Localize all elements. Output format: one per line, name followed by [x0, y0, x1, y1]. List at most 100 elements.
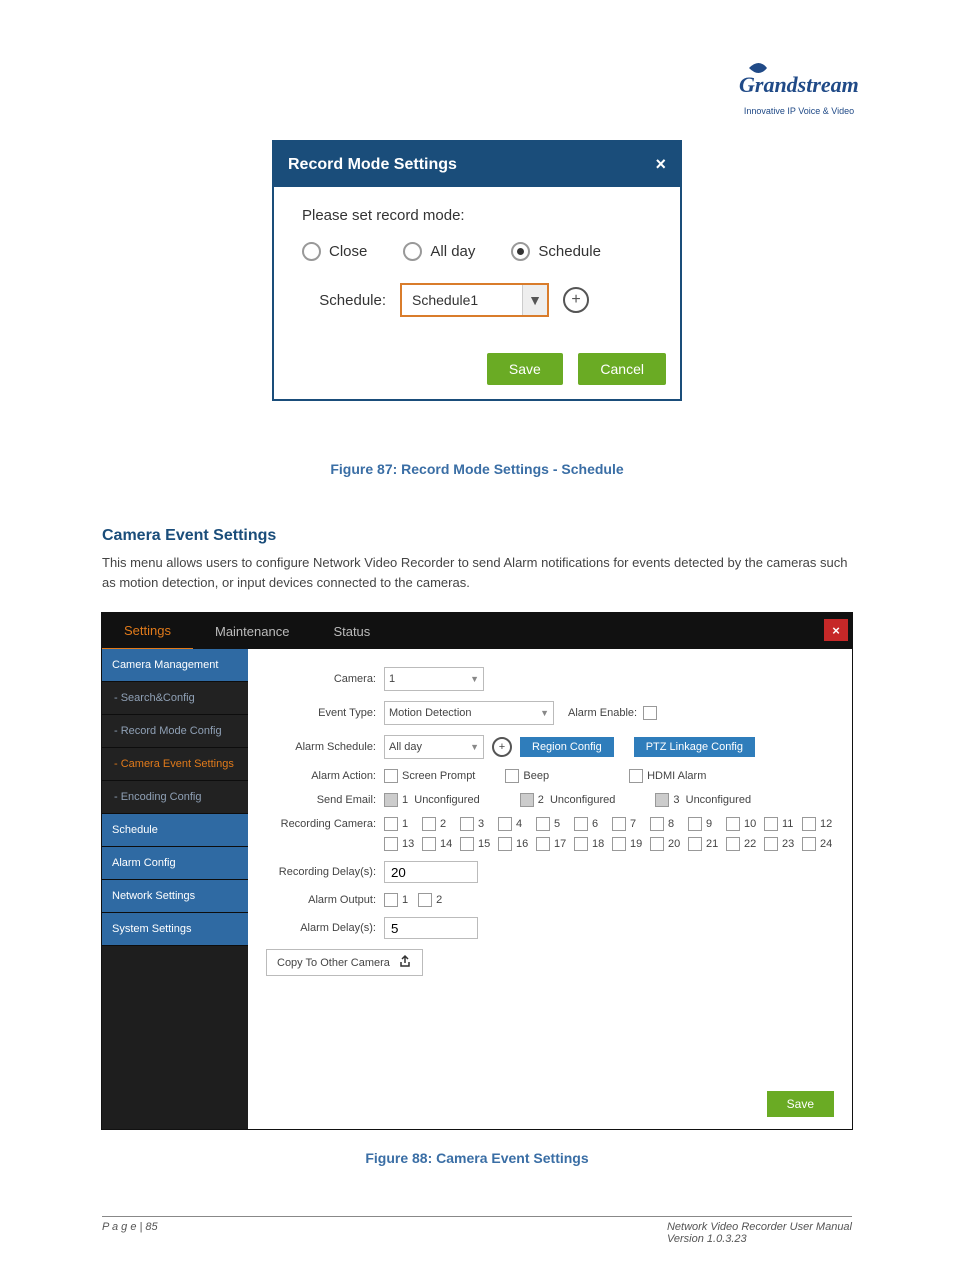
tab-settings[interactable]: Settings	[102, 613, 193, 650]
camera-16-checkbox[interactable]: 16	[498, 837, 530, 851]
camera-15-checkbox[interactable]: 15	[460, 837, 492, 851]
copy-label: Copy To Other Camera	[277, 957, 390, 969]
camera-23-checkbox[interactable]: 23	[764, 837, 796, 851]
close-icon[interactable]: ×	[824, 619, 848, 641]
camera-12-checkbox[interactable]: 12	[802, 817, 834, 831]
event-type-label: Event Type:	[266, 707, 384, 719]
alarm-output1-label: 1	[402, 894, 408, 906]
sidebar-item-encoding[interactable]: - Encoding Config	[102, 781, 248, 814]
alarm-output1-checkbox[interactable]	[384, 893, 398, 907]
close-icon[interactable]: ×	[655, 154, 666, 175]
camera-7-checkbox[interactable]: 7	[612, 817, 644, 831]
email2-status: Unconfigured	[550, 794, 615, 806]
email1-checkbox[interactable]	[384, 793, 398, 807]
camera-22-checkbox[interactable]: 22	[726, 837, 758, 851]
camera-value: 1	[389, 673, 395, 685]
chevron-down-icon: ▼	[540, 708, 549, 718]
schedule-select[interactable]: Schedule1 ▼	[400, 283, 549, 317]
settings-panel: Settings Maintenance Status × Camera Man…	[101, 612, 853, 1130]
alarm-schedule-value: All day	[389, 741, 422, 753]
alarm-schedule-label: Alarm Schedule:	[266, 741, 384, 753]
beep-checkbox[interactable]	[505, 769, 519, 783]
figure-caption-1: Figure 87: Record Mode Settings - Schedu…	[0, 461, 954, 477]
cancel-button[interactable]: Cancel	[578, 353, 666, 385]
section-paragraph: This menu allows users to configure Netw…	[102, 553, 852, 592]
alarm-delay-label: Alarm Delay(s):	[266, 922, 384, 934]
tab-maintenance[interactable]: Maintenance	[193, 614, 311, 649]
camera-20-checkbox[interactable]: 20	[650, 837, 682, 851]
email1-status: Unconfigured	[414, 794, 479, 806]
chevron-down-icon: ▼	[470, 742, 479, 752]
recording-camera-row2: 13 14 15 16 17 18 19 20 21 22 23 24	[384, 837, 834, 851]
alarm-enable-label: Alarm Enable:	[568, 707, 637, 719]
logo-tagline: Innovative IP Voice & Video	[739, 106, 859, 116]
sidebar-item-record-mode[interactable]: - Record Mode Config	[102, 715, 248, 748]
alarm-delay-input[interactable]	[384, 917, 478, 939]
alarm-output-label: Alarm Output:	[266, 894, 384, 906]
camera-4-checkbox[interactable]: 4	[498, 817, 530, 831]
ptz-linkage-button[interactable]: PTZ Linkage Config	[634, 737, 755, 757]
camera-10-checkbox[interactable]: 10	[726, 817, 758, 831]
sidebar-item-camera-management[interactable]: Camera Management	[102, 649, 248, 682]
alarm-enable-checkbox[interactable]	[643, 706, 657, 720]
save-button[interactable]: Save	[767, 1091, 834, 1117]
hdmi-alarm-label: HDMI Alarm	[647, 770, 706, 782]
camera-8-checkbox[interactable]: 8	[650, 817, 682, 831]
radio-allday-label: All day	[430, 243, 475, 260]
camera-11-checkbox[interactable]: 11	[764, 817, 796, 831]
send-email-label: Send Email:	[266, 794, 384, 806]
brand-logo: Grandstream Innovative IP Voice & Video	[739, 60, 859, 116]
camera-6-checkbox[interactable]: 6	[574, 817, 606, 831]
alarm-action-label: Alarm Action:	[266, 770, 384, 782]
camera-18-checkbox[interactable]: 18	[574, 837, 606, 851]
copy-to-other-camera-button[interactable]: Copy To Other Camera	[266, 949, 423, 976]
radio-close[interactable]: Close	[302, 242, 367, 261]
sidebar-item-network[interactable]: Network Settings	[102, 880, 248, 913]
sidebar-item-search[interactable]: - Search&Config	[102, 682, 248, 715]
sidebar-item-system[interactable]: System Settings	[102, 913, 248, 946]
email3-checkbox[interactable]	[655, 793, 669, 807]
camera-14-checkbox[interactable]: 14	[422, 837, 454, 851]
schedule-value: Schedule1	[412, 292, 522, 308]
camera-13-checkbox[interactable]: 13	[384, 837, 416, 851]
camera-24-checkbox[interactable]: 24	[802, 837, 834, 851]
add-icon[interactable]: +	[492, 737, 512, 757]
sidebar-item-alarm[interactable]: Alarm Config	[102, 847, 248, 880]
email3-status: Unconfigured	[686, 794, 751, 806]
camera-5-checkbox[interactable]: 5	[536, 817, 568, 831]
save-button[interactable]: Save	[487, 353, 563, 385]
recording-delay-input[interactable]	[384, 861, 478, 883]
sidebar-item-schedule[interactable]: Schedule	[102, 814, 248, 847]
camera-label: Camera:	[266, 673, 384, 685]
radio-schedule-label: Schedule	[538, 243, 601, 260]
event-type-select[interactable]: Motion Detection▼	[384, 701, 554, 725]
hdmi-alarm-checkbox[interactable]	[629, 769, 643, 783]
radio-close-label: Close	[329, 243, 367, 260]
share-icon	[398, 954, 412, 971]
alarm-schedule-select[interactable]: All day ▼	[384, 735, 484, 759]
screen-prompt-checkbox[interactable]	[384, 769, 398, 783]
email2-num: 2	[538, 794, 544, 806]
radio-schedule[interactable]: Schedule	[511, 242, 601, 261]
camera-1-checkbox[interactable]: 1	[384, 817, 416, 831]
email2-checkbox[interactable]	[520, 793, 534, 807]
camera-2-checkbox[interactable]: 2	[422, 817, 454, 831]
alarm-output2-checkbox[interactable]	[418, 893, 432, 907]
camera-3-checkbox[interactable]: 3	[460, 817, 492, 831]
sidebar-item-camera-event[interactable]: - Camera Event Settings	[102, 748, 248, 781]
top-tabs: Settings Maintenance Status ×	[102, 613, 852, 649]
camera-17-checkbox[interactable]: 17	[536, 837, 568, 851]
schedule-label: Schedule:	[302, 292, 386, 309]
radio-allday[interactable]: All day	[403, 242, 475, 261]
add-schedule-icon[interactable]: +	[563, 287, 589, 313]
camera-21-checkbox[interactable]: 21	[688, 837, 720, 851]
tab-status[interactable]: Status	[311, 614, 392, 649]
recording-delay-label: Recording Delay(s):	[266, 866, 384, 878]
chevron-down-icon[interactable]: ▼	[522, 285, 547, 315]
region-config-button[interactable]: Region Config	[520, 737, 614, 757]
camera-19-checkbox[interactable]: 19	[612, 837, 644, 851]
camera-select[interactable]: 1▼	[384, 667, 484, 691]
screen-prompt-label: Screen Prompt	[402, 770, 475, 782]
camera-9-checkbox[interactable]: 9	[688, 817, 720, 831]
beep-label: Beep	[523, 770, 549, 782]
